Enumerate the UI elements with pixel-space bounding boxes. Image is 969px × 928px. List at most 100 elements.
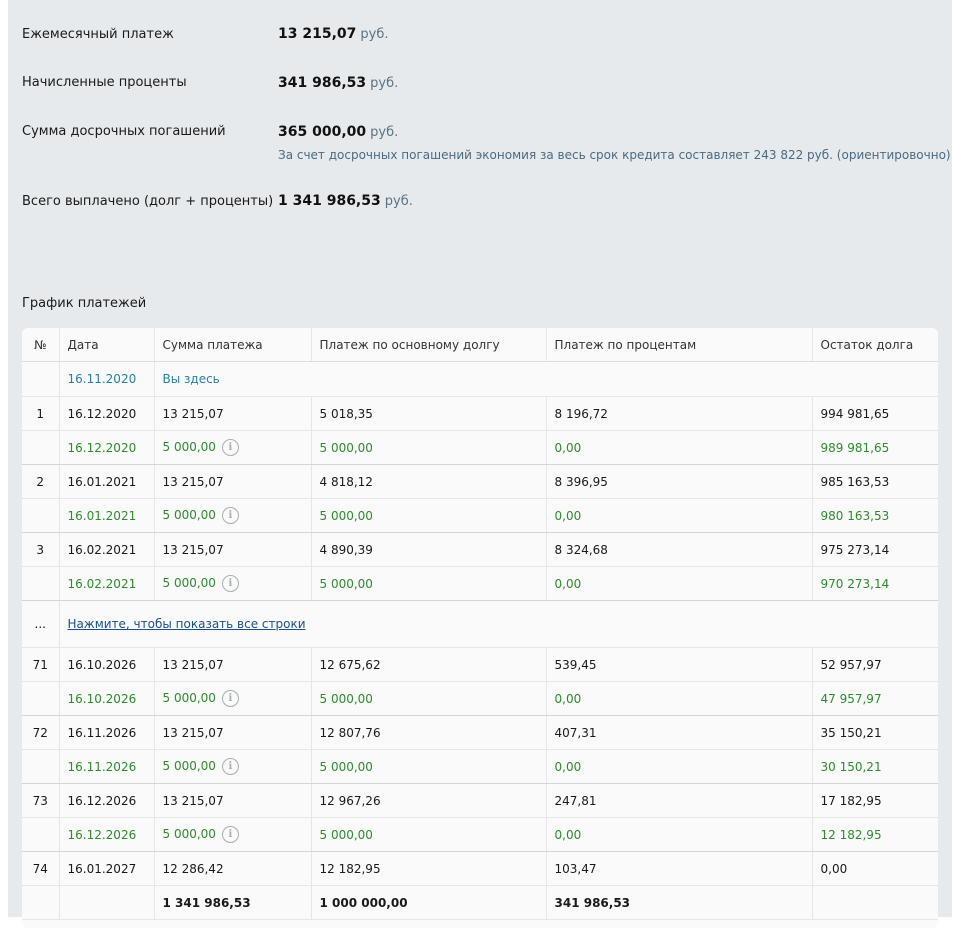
cell-principal: 12 675,62 [311,647,547,682]
cell-number: 1 [22,396,60,431]
cell-interest: 8 324,68 [546,532,813,567]
monthly-payment-label: Ежемесячный платеж [22,27,174,42]
cell-rest: 985 163,53 [812,464,938,499]
cell-sum: 5 000,00 i [154,498,312,533]
cell-date: 16.01.2021 [59,464,155,499]
cell-interest: 0,00 [546,681,813,716]
info-icon[interactable]: i [221,575,239,592]
cell-rest: 17 182,95 [812,783,938,818]
cell-number [22,817,60,852]
cell-number: 71 [22,647,60,682]
cell-sum: 5 000,00 i [154,566,312,601]
interest-label: Начисленные проценты [22,75,187,90]
cell-interest: 103,47 [546,851,813,886]
cell-interest: 247,81 [546,783,813,818]
current-date-row: 16.11.2020 Вы здесь [22,361,938,397]
early-payment-row: 16.11.2026 5 000,00 i 5 000,00 0,00 30 150,21 [22,749,938,784]
cell-interest: 0,00 [546,566,813,601]
total-paid-label: Всего выплачено (долг + проценты) [22,194,274,209]
cell-principal: 5 000,00 [311,430,547,465]
cell-date: 16.11.2026 [59,715,155,750]
cell-principal: 5 000,00 [311,566,547,601]
cell-number: 74 [22,851,60,886]
cell-sum: 13 215,07 [154,783,312,818]
cell-number [22,566,60,601]
cell-sum: 5 000,00 i [154,817,312,852]
cell-interest: 0,00 [546,817,813,852]
cell-number [22,498,60,533]
cell-principal: 5 018,35 [311,396,547,431]
cell-principal: 5 000,00 [311,498,547,533]
cell-interest: 0,00 [546,498,813,533]
cell-sum: 13 215,07 [154,532,312,567]
cell-rest: 970 273,14 [812,566,938,601]
cell-principal: 12 182,95 [311,851,547,886]
total-sum: 1 341 986,53 [154,885,312,920]
info-icon[interactable]: i [221,826,239,843]
cell-number [22,430,60,465]
cell-rest: 30 150,21 [812,749,938,784]
cell-principal: 5 000,00 [311,817,547,852]
header-interest: Платеж по процентам [546,328,813,362]
header-date: Дата [59,328,155,362]
calculator-results-panel: Ежемесячный платеж 13 215,07 руб. Начисле… [8,0,952,928]
cell-principal: 12 807,76 [311,715,547,750]
show-all-rows-link[interactable]: Нажмите, чтобы показать все строки [68,617,306,631]
cell-rest: 989 981,65 [812,430,938,465]
totals-row: 1 341 986,53 1 000 000,00 341 986,53 [22,885,938,920]
table-row: 71 16.10.2026 13 215,07 12 675,62 539,45 52 9… [22,647,938,682]
table-row: 1 16.12.2020 13 215,07 5 018,35 8 196,72 994 … [22,396,938,431]
cell-date: 16.02.2021 [59,566,155,601]
cell-number [22,749,60,784]
cell-rest: 47 957,97 [812,681,938,716]
total-principal: 1 000 000,00 [311,885,547,920]
cell-date: 16.02.2021 [59,532,155,567]
early-payment-row: 16.10.2026 5 000,00 i 5 000,00 0,00 47 957,97 [22,681,938,716]
cell-date: 16.10.2026 [59,681,155,716]
info-icon[interactable]: i [221,758,239,775]
total-paid-value: 1 341 986,53 руб. [278,193,413,209]
cell-principal: 12 967,26 [311,783,547,818]
cell-rest: 12 182,95 [812,817,938,852]
cell-number: 72 [22,715,60,750]
info-icon[interactable]: i [221,690,239,707]
show-all-rows-row: ... Нажмите, чтобы показать все строки [22,600,938,648]
monthly-payment-value: 13 215,07 руб. [278,26,389,42]
cell-sum: 5 000,00 i [154,749,312,784]
early-payment-row: 16.01.2021 5 000,00 i 5 000,00 0,00 980 163,5… [22,498,938,533]
schedule-title: График платежей [22,296,147,311]
early-repayments-value: 365 000,00 руб. [278,124,399,140]
interest-value: 341 986,53 руб. [278,75,399,91]
cell-sum: 13 215,07 [154,715,312,750]
cell-date: 16.11.2026 [59,749,155,784]
cell-date: 16.12.2026 [59,783,155,818]
cell-date: 16.12.2020 [59,430,155,465]
cell-principal: 5 000,00 [311,749,547,784]
early-payment-row: 16.12.2026 5 000,00 i 5 000,00 0,00 12 182,95 [22,817,938,852]
cell-date: 16.12.2020 [59,396,155,431]
header-sum: Сумма платежа [154,328,312,362]
early-repayments-label: Сумма досрочных погашений [22,124,226,139]
info-icon[interactable]: i [221,507,239,524]
header-number: № [22,328,60,362]
ellipsis-cell: ... [22,600,60,648]
table-row: 74 16.01.2027 12 286,42 12 182,95 103,47 0,00 [22,851,938,886]
cell-date: 16.12.2026 [59,817,155,852]
payment-schedule-table: № Дата Сумма платежа Платеж по основному… [22,328,938,928]
early-payment-row: 16.02.2021 5 000,00 i 5 000,00 0,00 970 273,1… [22,566,938,601]
cell-interest: 0,00 [546,749,813,784]
cell-interest: 8 396,95 [546,464,813,499]
cell-rest: 52 957,97 [812,647,938,682]
cell-date: 16.10.2026 [59,647,155,682]
cell-interest: 539,45 [546,647,813,682]
cell-sum: 12 286,42 [154,851,312,886]
header-rest: Остаток долга [812,328,938,362]
cell-sum: 5 000,00 i [154,681,312,716]
cell-number: 2 [22,464,60,499]
table-row: 2 16.01.2021 13 215,07 4 818,12 8 396,95 985 … [22,464,938,499]
early-repayments-note: За счет досрочных погашений экономия за … [278,148,951,162]
early-payment-row: 16.12.2020 5 000,00 i 5 000,00 0,00 989 981,6… [22,430,938,465]
info-icon[interactable]: i [221,439,239,456]
cell-sum: 13 215,07 [154,647,312,682]
cell-number: 3 [22,532,60,567]
